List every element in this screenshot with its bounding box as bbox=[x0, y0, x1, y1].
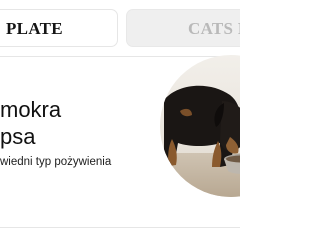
tab-cats-label: CATS P bbox=[188, 19, 240, 38]
tab-plate[interactable]: PLATE bbox=[0, 9, 118, 47]
hero-headline-line2: psa bbox=[0, 124, 36, 149]
hero-headline: mokra psa bbox=[0, 96, 61, 150]
hero-subtext: wiedni typ pożywienia bbox=[0, 156, 112, 168]
tab-plate-label: PLATE bbox=[6, 19, 63, 38]
page: PLATE CATS P mokra psa wiedni typ pożywi… bbox=[0, 0, 240, 240]
hero-headline-line1: mokra bbox=[0, 97, 62, 122]
tab-cats[interactable]: CATS P bbox=[126, 9, 240, 47]
